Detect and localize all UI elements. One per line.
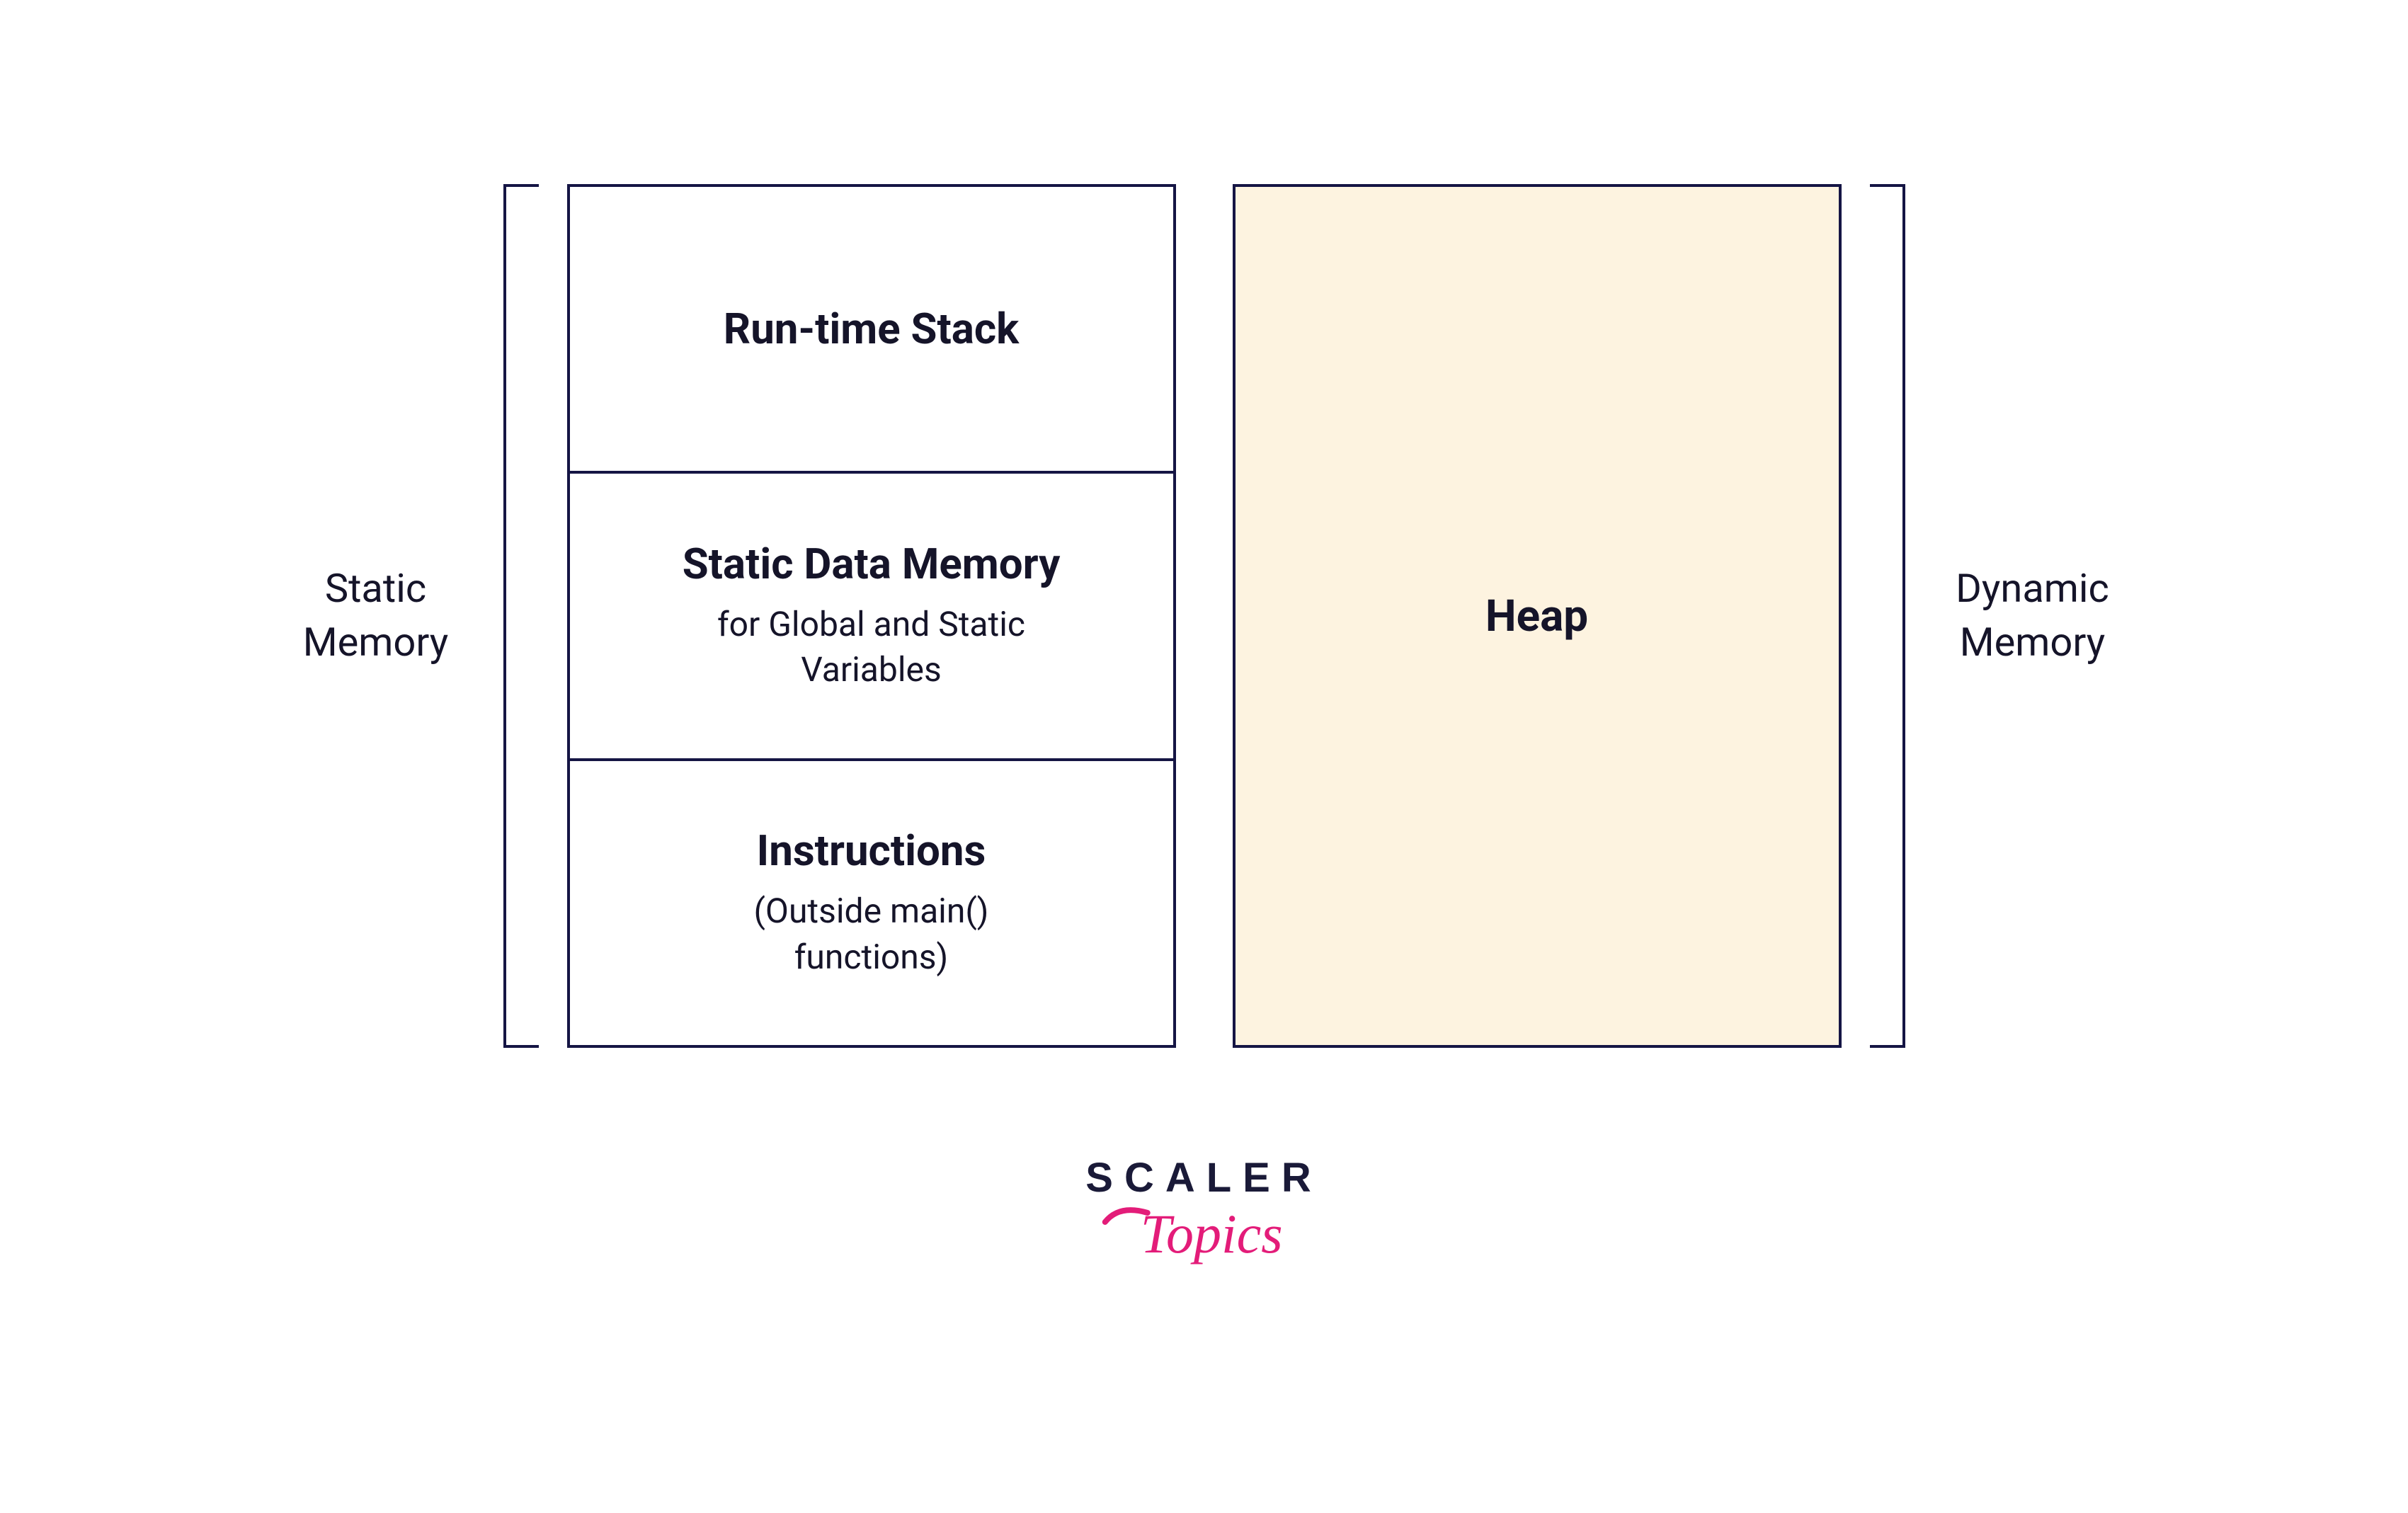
static-data-title: Static Data Memory (683, 539, 1061, 589)
runtime-stack-title: Run-time Stack (724, 304, 1019, 354)
heap-column: Heap (1233, 184, 1842, 1048)
static-data-sub-line1: for Global and Static (717, 604, 1025, 644)
static-memory-column: Run-time Stack Static Data Memory for Gl… (567, 184, 1176, 1048)
right-bracket-icon (1870, 184, 1905, 1048)
logo-topics-word: Topics (1141, 1203, 1283, 1264)
static-data-subtitle: for Global and Static Variables (717, 602, 1025, 694)
left-bracket-icon (503, 184, 539, 1048)
dynamic-memory-label: Dynamic Memory (1934, 562, 2132, 669)
static-memory-label-line2: Memory (303, 619, 449, 666)
static-memory-label-line1: Static (325, 565, 426, 612)
dynamic-memory-label-line2: Memory (1960, 619, 2106, 666)
static-memory-label: Static Memory (277, 562, 475, 669)
instructions-sub-line2: functions) (794, 937, 949, 977)
instructions-title: Instructions (757, 826, 986, 876)
scaler-topics-logo: SCALER Topics (1085, 1154, 1322, 1275)
dynamic-memory-label-line1: Dynamic (1956, 565, 2109, 612)
static-data-sub-line2: Variables (801, 649, 942, 690)
logo-topics-text: Topics (1085, 1197, 1322, 1275)
instructions-subtitle: (Outside main() functions) (753, 889, 988, 981)
heap-title: Heap (1485, 590, 1588, 642)
memory-diagram: Static Memory Run-time Stack Static Data… (277, 184, 2132, 1048)
runtime-stack-segment: Run-time Stack (570, 187, 1173, 471)
instructions-sub-line1: (Outside main() (753, 891, 988, 931)
logo-scaler-text: SCALER (1085, 1154, 1322, 1201)
instructions-segment: Instructions (Outside main() functions) (570, 758, 1173, 1045)
static-data-segment: Static Data Memory for Global and Static… (570, 471, 1173, 758)
memory-columns: Run-time Stack Static Data Memory for Gl… (567, 184, 1842, 1048)
